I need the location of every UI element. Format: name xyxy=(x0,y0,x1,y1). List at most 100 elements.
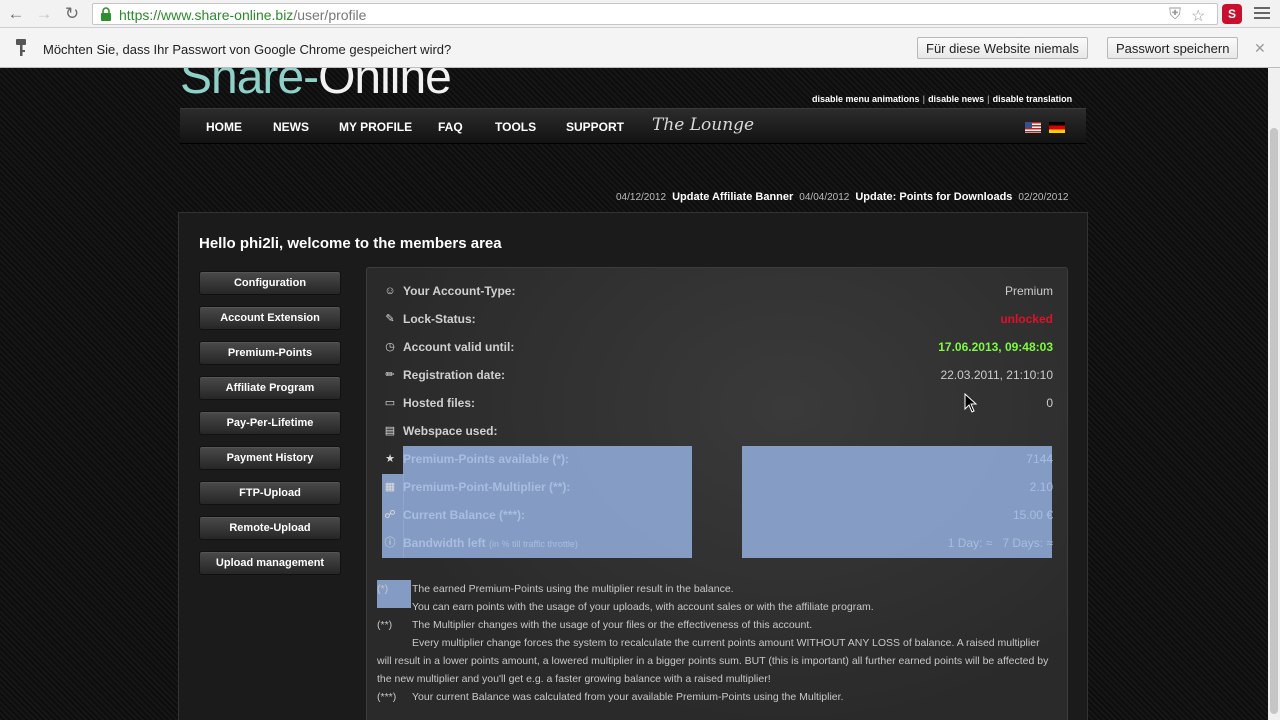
footnote-text: The earned Premium-Points using the mult… xyxy=(412,583,734,595)
logo-suffix: Online xyxy=(318,68,452,104)
nav-tools[interactable]: TOOLS xyxy=(495,120,536,134)
nav-home[interactable]: HOME xyxy=(206,120,242,134)
pencil-icon: ✏ xyxy=(385,369,395,381)
row-value: 15.00 € xyxy=(1012,508,1053,522)
nav-lounge[interactable]: The Lounge xyxy=(652,115,754,135)
configuration-button[interactable]: Configuration xyxy=(199,271,341,295)
url-text: https://www.share-online.biz/user/profil… xyxy=(119,7,366,23)
browser-toolbar: ← → ↻ https://www.share-online.biz/user/… xyxy=(0,0,1280,28)
nav-news[interactable]: NEWS xyxy=(273,120,309,134)
row-label: Account valid until: xyxy=(403,340,515,354)
address-bar[interactable]: https://www.share-online.biz/user/profil… xyxy=(92,3,1218,25)
forward-icon[interactable]: → xyxy=(34,4,54,24)
lock-icon xyxy=(101,7,111,21)
clock-icon: ◷ xyxy=(385,341,395,353)
row-value: 7144 xyxy=(1026,452,1053,466)
wifi-icon: ≈ xyxy=(985,536,993,550)
remote-upload-button[interactable]: Remote-Upload xyxy=(199,516,341,540)
nav-support[interactable]: SUPPORT xyxy=(566,120,624,134)
never-save-button[interactable]: Für diese Website niemals xyxy=(917,37,1088,59)
news-date: 04/12/2012 xyxy=(616,192,667,203)
row-label: Premium-Points available (*): xyxy=(403,452,570,466)
page-scrollbar[interactable] xyxy=(1268,68,1280,720)
registration-row: ✏ Registration date: 22.03.2011, 21:10:1… xyxy=(367,365,1069,385)
url-prefix: https://www.share-online.biz xyxy=(119,7,294,23)
news-ticker: 04/12/2012 Update Affiliate Banner 04/04/2… xyxy=(616,191,1068,203)
bandwidth-week-label: 7 Days: xyxy=(1002,536,1044,550)
footnote-paragraph: Every multiplier change forces the syste… xyxy=(377,637,1049,685)
lock-status-value: unlocked xyxy=(1000,312,1053,326)
ftp-upload-button[interactable]: FTP-Upload xyxy=(199,481,341,505)
account-info-box: ☺ Your Account-Type: Premium ✎ Lock-Stat… xyxy=(366,267,1068,720)
row-label: Premium-Point-Multiplier (**): xyxy=(403,480,571,494)
back-icon[interactable]: ← xyxy=(6,4,26,24)
account-type-row: ☺ Your Account-Type: Premium xyxy=(367,281,1069,301)
news-headline[interactable]: Update: Points for Downloads xyxy=(855,191,1012,203)
disable-news-link[interactable]: disable news xyxy=(928,94,984,104)
footnotes: (*) The earned Premium-Points using the m… xyxy=(377,580,1057,706)
bandwidth-day-label: 1 Day: xyxy=(947,536,983,550)
mouse-cursor-icon xyxy=(964,393,978,413)
valid-until-row: ◷ Account valid until: 17.06.2013, 09:48… xyxy=(367,337,1069,357)
balance-row: ☍ Current Balance (***): 15.00 € xyxy=(367,505,1069,525)
row-label: Registration date: xyxy=(403,368,506,382)
site-logo[interactable]: Share-Online xyxy=(180,68,452,105)
affiliate-program-button[interactable]: Affiliate Program xyxy=(199,376,341,400)
url-path: /user/profile xyxy=(293,7,367,23)
close-icon[interactable]: ✕ xyxy=(1254,40,1266,57)
footnote-line: (**) The Multiplier changes with the usag… xyxy=(377,616,1057,634)
cart-icon: ☍ xyxy=(384,509,396,521)
welcome-title: Hello phi2li, welcome to the members are… xyxy=(199,235,502,252)
disk-icon: ▤ xyxy=(384,425,396,437)
shield-icon[interactable]: ⛨ xyxy=(1169,6,1181,24)
german-flag-icon[interactable] xyxy=(1049,122,1065,133)
key-icon xyxy=(16,39,26,56)
row-label: Bandwidth left (in % till traffic thrott… xyxy=(403,536,578,550)
footnote-line: (*) The earned Premium-Points using the m… xyxy=(377,580,1057,598)
premium-points-button[interactable]: Premium-Points xyxy=(199,341,341,365)
english-flag-icon[interactable] xyxy=(1025,122,1041,133)
main-navbar: HOME NEWS MY PROFILE FAQ TOOLS SUPPORT T… xyxy=(180,108,1086,144)
save-password-button[interactable]: Passwort speichern xyxy=(1107,37,1239,59)
row-label: Current Balance (***): xyxy=(403,508,526,522)
footnote-text: The Multiplier changes with the usage of… xyxy=(412,619,813,631)
menu-icon[interactable] xyxy=(1254,4,1270,22)
folder-icon: ▭ xyxy=(384,397,396,409)
news-date: 02/20/2012 xyxy=(1018,192,1069,203)
top-links: disable menu animations | disable news | dis… xyxy=(812,94,1073,104)
user-icon: ☺ xyxy=(384,285,396,297)
news-headline[interactable]: Update Affiliate Banner xyxy=(672,191,793,203)
pay-per-lifetime-button[interactable]: Pay-Per-Lifetime xyxy=(199,411,341,435)
row-label: Hosted files: xyxy=(403,396,476,410)
web-page: Share-Online disable menu animations | dis… xyxy=(0,68,1268,720)
payment-history-button[interactable]: Payment History xyxy=(199,446,341,470)
scrollbar-thumb[interactable] xyxy=(1270,128,1278,714)
password-infobar: Möchten Sie, dass Ihr Passwort von Googl… xyxy=(0,28,1280,68)
footnote-mark: (**) xyxy=(377,619,393,631)
upload-management-button[interactable]: Upload management xyxy=(199,551,341,575)
footnote-line: (***) Your current Balance was calculated… xyxy=(377,688,1057,706)
footnote-mark: (*) xyxy=(377,583,389,595)
bandwidth-label: Bandwidth left xyxy=(403,536,486,550)
news-date: 04/04/2012 xyxy=(799,192,850,203)
pen-icon: ✎ xyxy=(385,313,395,325)
info-icon: ⓘ xyxy=(384,537,396,549)
row-label: Lock-Status: xyxy=(403,312,476,326)
nav-my-profile[interactable]: MY PROFILE xyxy=(339,120,412,134)
infobar-message: Möchten Sie, dass Ihr Passwort von Googl… xyxy=(43,42,452,57)
row-value: 2.10 xyxy=(1029,480,1053,494)
logo-prefix: Share- xyxy=(180,68,319,104)
footnote-mark: (***) xyxy=(377,691,397,703)
row-value: 22.03.2011, 21:10:10 xyxy=(940,368,1053,382)
members-panel: Hello phi2li, welcome to the members are… xyxy=(178,212,1088,720)
lock-status-row: ✎ Lock-Status: unlocked xyxy=(367,309,1069,329)
extension-icon[interactable]: S xyxy=(1222,4,1242,24)
disable-animations-link[interactable]: disable menu animations xyxy=(812,94,920,104)
disable-translation-link[interactable]: disable translation xyxy=(993,94,1073,104)
bandwidth-note: (in % till traffic throttle) xyxy=(489,539,578,549)
star-icon[interactable]: ☆ xyxy=(1191,6,1205,26)
webspace-row: ▤ Webspace used: xyxy=(367,421,1069,441)
reload-icon[interactable]: ↻ xyxy=(62,4,82,24)
account-extension-button[interactable]: Account Extension xyxy=(199,306,341,330)
nav-faq[interactable]: FAQ xyxy=(438,120,463,134)
